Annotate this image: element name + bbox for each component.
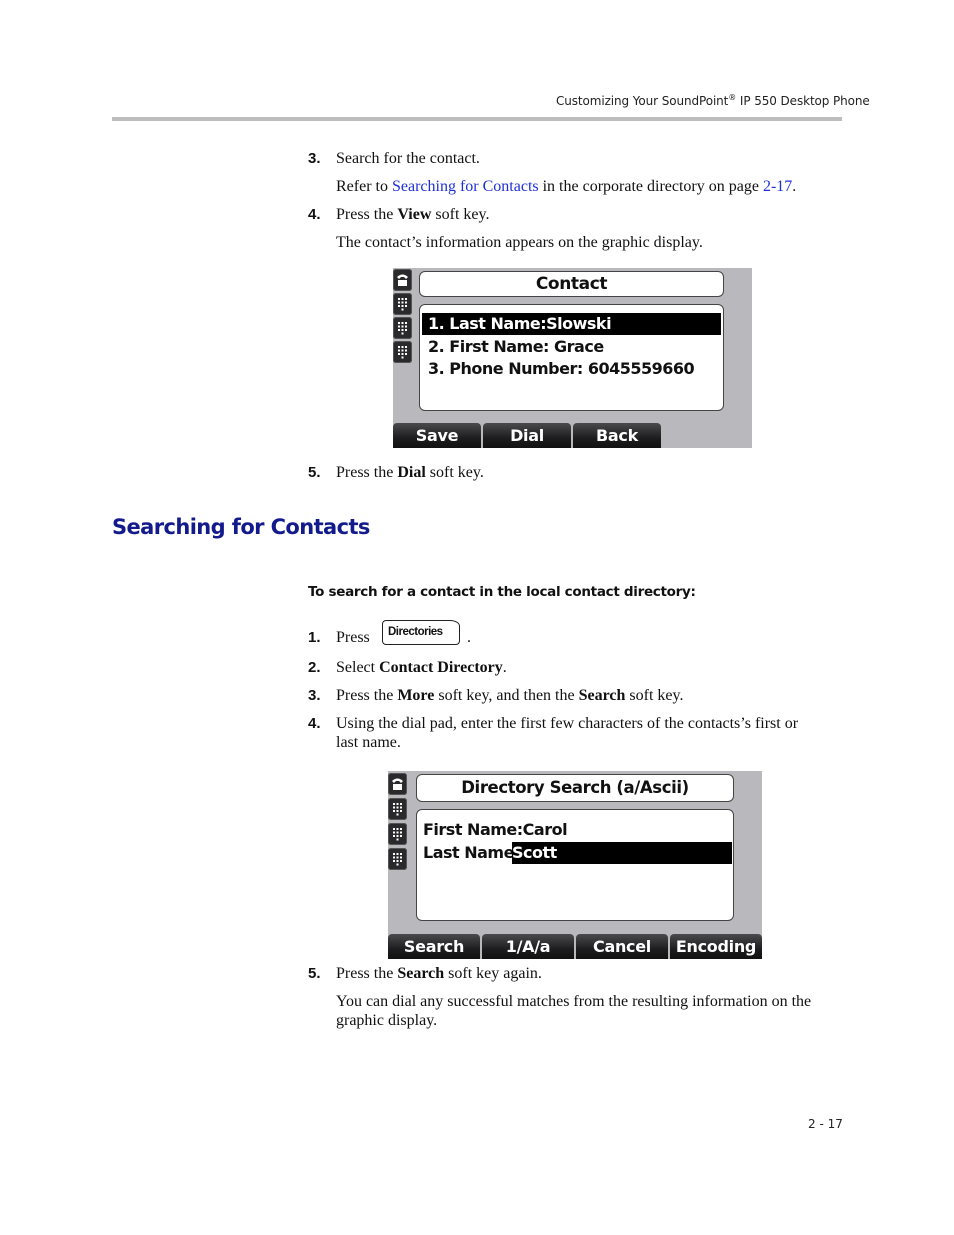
step-note: The contact’s information appears on the… xyxy=(336,234,703,251)
running-header-title-end: IP 550 Desktop Phone xyxy=(736,94,870,108)
note-text: Refer to xyxy=(336,178,392,195)
step-text-part: Press the xyxy=(336,687,398,704)
step-number: 4. xyxy=(308,206,321,223)
keypad-icon xyxy=(393,341,412,363)
header-rule xyxy=(112,117,842,121)
step-text: Press the View soft key. xyxy=(336,205,489,224)
save-softkey[interactable]: Save xyxy=(393,423,481,448)
contact-title: Contact xyxy=(419,271,724,297)
menu-item-name: Contact Directory xyxy=(379,659,503,676)
softkey-name: Search xyxy=(578,687,626,704)
last-name-field[interactable]: Last Name: Scott xyxy=(423,842,733,864)
keypad-icon xyxy=(388,823,407,845)
directory-search-screen: Directory Search (a/Ascii) First Name:Ca… xyxy=(388,771,762,959)
keypad-icon xyxy=(393,293,412,315)
page-number: 2 - 17 xyxy=(808,1117,843,1131)
keypad-icon xyxy=(393,317,412,339)
last-name-label: Last Name: xyxy=(423,843,520,862)
note-text: . xyxy=(792,178,797,195)
step-text-period: . xyxy=(467,629,471,646)
step-number: 2. xyxy=(308,659,321,676)
softkey-name: Dial xyxy=(397,464,426,481)
step-number: 1. xyxy=(308,629,321,646)
directory-search-title: Directory Search (a/Ascii) xyxy=(416,774,734,802)
step-text-part: soft key. xyxy=(625,687,684,704)
step-number: 5. xyxy=(308,965,321,982)
cancel-softkey[interactable]: Cancel xyxy=(576,934,668,959)
section-heading: Searching for Contacts xyxy=(112,515,370,539)
handset-icon xyxy=(393,269,412,291)
contact-row-first-name[interactable]: 2. First Name: Grace xyxy=(428,336,604,358)
step-text-part: soft key, and then the xyxy=(434,687,579,704)
contact-content: 1. Last Name:Slowski 2. First Name: Grac… xyxy=(419,304,724,411)
step-number: 3. xyxy=(308,687,321,704)
running-header-title: Customizing Your SoundPoint xyxy=(556,94,729,108)
running-header: Customizing Your SoundPoint® IP 550 Desk… xyxy=(556,93,870,108)
directory-search-content: First Name:Carol Last Name: Scott xyxy=(416,809,734,921)
note-text: in the corporate directory on page xyxy=(538,178,763,195)
step-number: 4. xyxy=(308,715,321,732)
step-note-line2: graphic display. xyxy=(336,1012,438,1029)
step-text: Press the Dial soft key. xyxy=(336,463,484,482)
searching-for-contacts-link[interactable]: Searching for Contacts xyxy=(392,178,539,195)
step-text: Search for the contact. xyxy=(336,150,480,167)
procedure-heading: To search for a contact in the local con… xyxy=(308,584,696,600)
page-2-17-link[interactable]: 2-17 xyxy=(763,178,792,195)
step-text: Press the Search soft key again. xyxy=(336,964,542,983)
step-text-part: Press the xyxy=(336,206,398,223)
step-note-line1: You can dial any successful matches from… xyxy=(336,993,812,1010)
step-text: Press the More soft key, and then the Se… xyxy=(336,686,683,705)
step-text-part: soft key. xyxy=(431,206,490,223)
step-number: 3. xyxy=(308,150,321,167)
keypad-icon xyxy=(388,798,407,820)
step-note: Refer to Searching for Contacts in the c… xyxy=(336,177,796,196)
first-name-field[interactable]: First Name:Carol xyxy=(423,819,568,841)
softkey-name: More xyxy=(397,687,435,704)
step-text-line1: Using the dial pad, enter the first few … xyxy=(336,715,799,732)
directories-key[interactable]: Directories xyxy=(382,620,460,645)
first-name-value: Carol xyxy=(522,820,568,839)
last-name-value: Scott xyxy=(512,842,732,864)
step-text-part: Press the xyxy=(336,965,398,982)
keypad-icon xyxy=(388,848,407,870)
directories-key-label: Directories xyxy=(388,626,443,638)
contact-row-phone-number[interactable]: 3. Phone Number: 6045559660 xyxy=(428,358,695,380)
step-text: Press xyxy=(336,629,370,646)
handset-icon xyxy=(388,773,407,795)
softkey-name: View xyxy=(397,206,432,223)
encoding-softkey[interactable]: Encoding xyxy=(670,934,762,959)
step-text-part: soft key again. xyxy=(444,965,542,982)
back-softkey[interactable]: Back xyxy=(573,423,661,448)
step-text-part: Press the xyxy=(336,464,398,481)
mode-softkey[interactable]: 1/A/a xyxy=(482,934,574,959)
step-number: 5. xyxy=(308,464,321,481)
dial-softkey[interactable]: Dial xyxy=(483,423,571,448)
step-text-part: . xyxy=(502,659,507,676)
step-text-part: Select xyxy=(336,659,380,676)
softkey-name: Search xyxy=(397,965,445,982)
step-text-part: soft key. xyxy=(425,464,484,481)
step-text-line2: last name. xyxy=(336,734,401,751)
first-name-label: First Name: xyxy=(423,820,523,839)
contact-screen: Contact 1. Last Name:Slowski 2. First Na… xyxy=(393,268,752,448)
contact-row-last-name[interactable]: 1. Last Name:Slowski xyxy=(422,313,721,335)
search-softkey[interactable]: Search xyxy=(388,934,480,959)
step-text: Select Contact Directory. xyxy=(336,658,507,677)
